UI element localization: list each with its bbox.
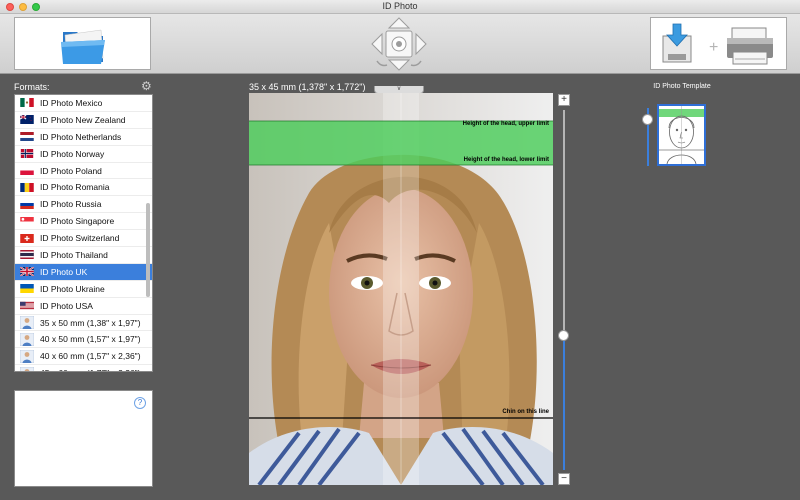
format-item[interactable]: ID Photo UK xyxy=(15,263,152,281)
format-info-panel: ? xyxy=(14,390,153,487)
photo-size-label: 35 x 45 mm (1,378" x 1,772") xyxy=(249,82,366,92)
photo-canvas[interactable]: Height of the head, upper limit Height o… xyxy=(249,93,553,485)
flag-netherlands-icon xyxy=(20,132,40,142)
folder-icon xyxy=(61,29,105,64)
person-icon xyxy=(20,366,40,371)
chin-line-label: Chin on this line xyxy=(502,409,549,415)
head-lower-limit-label: Height of the head, lower limit xyxy=(463,157,549,163)
toolbar: v + xyxy=(0,14,800,94)
format-item[interactable]: ID Photo Poland xyxy=(15,163,152,180)
formats-list[interactable]: ID Photo Mexico ID Photo New Zealand ID Ph… xyxy=(14,94,153,372)
photo-move-control[interactable] xyxy=(369,15,429,73)
format-item[interactable]: ID Photo Norway xyxy=(15,146,152,163)
formats-scrollbar[interactable] xyxy=(146,203,150,297)
printer-icon xyxy=(727,27,773,65)
format-item[interactable]: ID Photo Ukraine xyxy=(15,281,152,298)
formats-label: Formats: xyxy=(14,82,50,92)
format-item[interactable]: ID Photo Mexico xyxy=(15,95,152,112)
person-icon xyxy=(20,316,40,330)
flag-singapore-icon xyxy=(20,216,40,226)
help-button[interactable]: ? xyxy=(134,397,146,409)
zoom-out-button[interactable]: − xyxy=(558,473,570,485)
format-item-label: 45 x 60 mm (1,77" x 2,36") xyxy=(40,368,141,371)
format-item[interactable]: ID Photo Russia xyxy=(15,196,152,214)
portrait-photo xyxy=(249,93,553,485)
format-item-label: ID Photo New Zealand xyxy=(40,114,126,125)
template-opacity-thumb[interactable] xyxy=(642,114,653,125)
flag-norway-icon xyxy=(20,149,40,159)
format-item-label: ID Photo Singapore xyxy=(40,216,115,227)
flag-switzerland-icon xyxy=(20,233,40,243)
format-item-label: ID Photo Thailand xyxy=(40,249,108,260)
template-label: ID Photo Template xyxy=(653,83,711,90)
format-item-label: ID Photo Netherlands xyxy=(40,131,122,142)
svg-text:+: + xyxy=(709,39,718,56)
format-item[interactable]: ID Photo New Zealand xyxy=(15,112,152,129)
template-thumbnail[interactable] xyxy=(657,104,706,166)
format-item-label: 40 x 60 mm (1,57" x 2,36") xyxy=(40,351,141,362)
format-item-label: ID Photo Romania xyxy=(40,182,110,193)
flag-russia-icon xyxy=(20,199,40,209)
format-item[interactable]: 40 x 50 mm (1,57" x 1,97") xyxy=(15,331,152,349)
format-item[interactable]: ID Photo Romania xyxy=(15,179,152,197)
zoom-slider-fill xyxy=(563,335,565,470)
zoom-slider-thumb[interactable] xyxy=(558,330,569,341)
head-upper-limit-label: Height of the head, upper limit xyxy=(462,121,549,127)
format-item[interactable]: ID Photo Thailand xyxy=(15,247,152,264)
format-item-label: ID Photo Russia xyxy=(40,199,102,210)
gear-icon[interactable]: ⚙ xyxy=(141,79,152,93)
format-item-label: ID Photo Mexico xyxy=(40,97,103,108)
flag-uk-icon xyxy=(20,267,40,277)
format-item-label: ID Photo UK xyxy=(40,266,88,277)
title-bar: ID Photo xyxy=(0,0,800,14)
flag-new-zealand-icon xyxy=(20,115,40,125)
format-item[interactable]: 35 x 50 mm (1,38" x 1,97") xyxy=(15,315,152,332)
print-button[interactable]: + xyxy=(650,17,787,70)
open-file-button[interactable] xyxy=(14,17,151,70)
format-item[interactable]: ID Photo Netherlands xyxy=(15,129,152,146)
person-icon xyxy=(20,332,40,346)
format-item-label: 35 x 50 mm (1,38" x 1,97") xyxy=(40,317,141,328)
flag-romania-icon xyxy=(20,182,40,192)
format-item[interactable]: ID Photo USA xyxy=(15,298,152,315)
face-template-icon xyxy=(659,106,704,165)
format-item-label: ID Photo USA xyxy=(40,300,93,311)
format-item-label: ID Photo Poland xyxy=(40,165,102,176)
flag-mexico-icon xyxy=(20,98,40,108)
flag-usa-icon xyxy=(20,301,40,310)
format-item-label: ID Photo Ukraine xyxy=(40,283,105,294)
format-item-label: ID Photo Norway xyxy=(40,148,105,159)
format-item[interactable]: ID Photo Switzerland xyxy=(15,230,152,248)
format-item-label: 40 x 50 mm (1,57" x 1,97") xyxy=(40,334,141,345)
format-item[interactable]: 45 x 60 mm (1,77" x 2,36") xyxy=(15,365,152,371)
move-rotate-icon xyxy=(371,17,427,71)
print-icon: + xyxy=(662,23,773,65)
format-item[interactable]: 40 x 60 mm (1,57" x 2,36") xyxy=(15,348,152,366)
save-to-disk-icon xyxy=(662,23,692,63)
format-item[interactable]: ID Photo Singapore xyxy=(15,213,152,231)
flag-thailand-icon xyxy=(20,250,40,260)
zoom-in-button[interactable]: + xyxy=(558,94,570,106)
flag-poland-icon xyxy=(20,166,40,175)
format-item-label: ID Photo Switzerland xyxy=(40,233,120,244)
flag-ukraine-icon xyxy=(20,284,40,294)
window-title: ID Photo xyxy=(382,1,418,11)
person-icon xyxy=(20,349,40,363)
